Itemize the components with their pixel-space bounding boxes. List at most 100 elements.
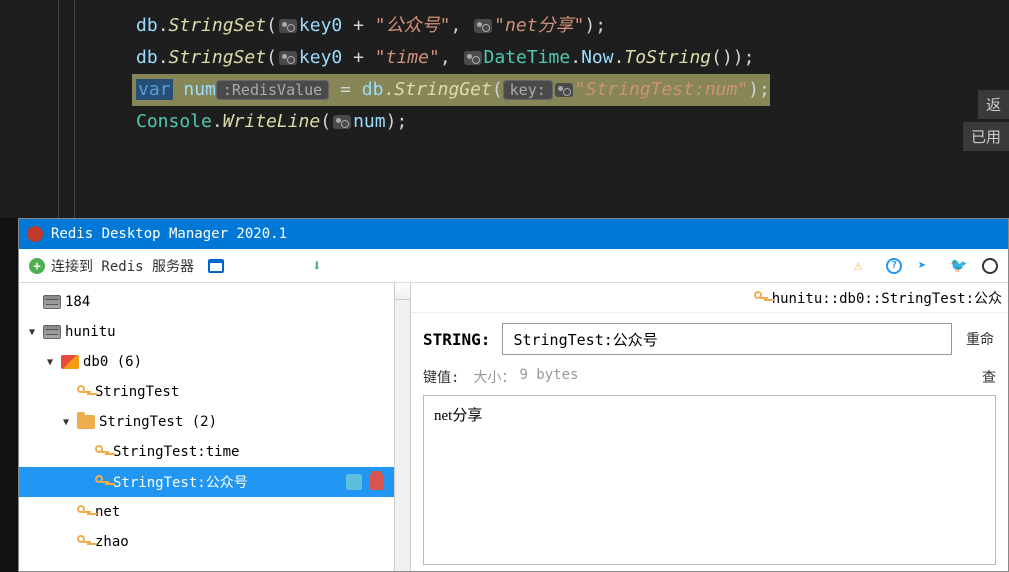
inline-hint: :RedisValue [216, 80, 329, 100]
inline-hint: key: [503, 80, 553, 100]
help-icon[interactable]: ? [886, 258, 902, 274]
tree-item[interactable]: StringTest:公众号 [19, 467, 410, 497]
tree-item[interactable]: net [19, 497, 410, 527]
toolbar-right: ⚠ ? ➤ 🐦 [854, 258, 998, 274]
code-token: ToString [624, 47, 711, 68]
db-icon [61, 355, 79, 369]
telegram-icon[interactable]: ➤ [918, 258, 934, 274]
view-button[interactable]: 查 [982, 367, 996, 387]
folder-icon [77, 415, 95, 429]
param-hint-icon [555, 83, 573, 97]
tree-item-label: 184 [65, 294, 90, 310]
app-icon [27, 226, 43, 242]
code-token: ); [584, 15, 606, 36]
tree-item[interactable]: ▼ db0 (6) [19, 347, 410, 377]
key-icon [77, 385, 91, 399]
param-hint-icon [333, 115, 351, 129]
code-token: = [329, 79, 362, 100]
code-token: num [353, 111, 386, 132]
code-token: ( [492, 79, 503, 100]
size-value: 9 bytes [519, 367, 578, 387]
calendar-icon[interactable] [208, 259, 224, 273]
code-token: "公众号" [375, 15, 451, 36]
connect-label: 连接到 Redis 服务器 [51, 256, 194, 276]
tree-item[interactable]: 184 [19, 287, 410, 317]
value-box[interactable]: net分享 [423, 395, 996, 565]
window-titlebar[interactable]: Redis Desktop Manager 2020.1 [19, 219, 1008, 249]
tree-item[interactable]: ▼hunitu [19, 317, 410, 347]
param-hint-icon [464, 51, 482, 65]
code-token: . [383, 79, 394, 100]
code-token: ()); [711, 47, 754, 68]
tree-item-label: StringTest:公众号 [113, 472, 248, 492]
editor-side-button-2[interactable]: 已用 [963, 122, 1009, 151]
path-text: hunitu::db0::StringTest:公众 [772, 288, 1002, 308]
code-token: . [614, 47, 625, 68]
code-token: . [212, 111, 223, 132]
code-token: . [570, 47, 581, 68]
code-token: . [158, 15, 169, 36]
code-token: . [158, 47, 169, 68]
connect-server-button[interactable]: + 连接到 Redis 服务器 [29, 256, 194, 276]
redis-desktop-manager-window: Redis Desktop Manager 2020.1 + 连接到 Redis… [18, 218, 1009, 572]
size-label: 大小： [473, 367, 515, 387]
path-row: hunitu::db0::StringTest:公众 [411, 283, 1008, 313]
value-panel: hunitu::db0::StringTest:公众 STRING: 重命 键值… [411, 283, 1008, 571]
warning-icon[interactable]: ⚠ [854, 258, 870, 274]
code-token: "time" [375, 47, 440, 68]
tree-item[interactable]: StringTest:time [19, 437, 410, 467]
key-icon [95, 475, 109, 489]
tree-item-label: zhao [95, 534, 129, 550]
twitter-icon[interactable]: 🐦 [950, 258, 966, 274]
code-editor[interactable]: db.StringSet(key0 + "公众号", "net分享");db.S… [0, 0, 1009, 218]
tree-item-label: StringTest (2) [99, 414, 217, 430]
code-token: DateTime [484, 47, 571, 68]
expand-arrow-icon[interactable]: ▼ [63, 417, 73, 428]
srv-icon [43, 295, 61, 309]
code-token: db [362, 79, 384, 100]
tree-item[interactable]: StringTest [19, 377, 410, 407]
body-area: 184▼hunitu▼db0 (6)StringTest▼StringTest … [19, 283, 1008, 571]
key-icon [77, 505, 91, 519]
copy-icon[interactable] [346, 474, 362, 490]
code-token: db [136, 15, 158, 36]
code-token: db [136, 47, 158, 68]
tree-item-label: StringTest [95, 384, 179, 400]
window-title: Redis Desktop Manager 2020.1 [51, 226, 287, 242]
tree-item[interactable]: ▼ StringTest (2) [19, 407, 410, 437]
tree-item-label: db0 (6) [83, 354, 142, 370]
code-token: StringGet [394, 79, 492, 100]
code-token: var [136, 79, 173, 100]
download-icon[interactable]: ⬇ [312, 256, 322, 275]
code-token: Console [136, 111, 212, 132]
code-token: , [450, 15, 472, 36]
tree-scrollbar[interactable] [394, 283, 410, 571]
delete-icon[interactable] [370, 474, 384, 490]
code-token: ( [266, 15, 277, 36]
type-row: STRING: 重命 [411, 313, 1008, 365]
key-icon [77, 535, 91, 549]
key-tree[interactable]: 184▼hunitu▼db0 (6)StringTest▼StringTest … [19, 283, 411, 571]
key-name-input[interactable] [502, 323, 952, 355]
code-token [173, 79, 184, 100]
tree-item[interactable]: zhao [19, 527, 410, 557]
code-token: "net分享" [494, 15, 584, 36]
code-token: ); [386, 111, 408, 132]
code-token: Now [581, 47, 614, 68]
github-icon[interactable] [982, 258, 998, 274]
toolbar: + 连接到 Redis 服务器 ⬇ ⚠ ? ➤ 🐦 [19, 249, 1008, 283]
code-token: + [342, 47, 375, 68]
code-token: StringSet [169, 15, 267, 36]
info-row: 键值: 大小： 9 bytes 查 [411, 365, 1008, 389]
tree-item-label: net [95, 504, 120, 520]
param-hint-icon [474, 19, 492, 33]
rename-button[interactable]: 重命 [964, 325, 996, 353]
expand-arrow-icon[interactable]: ▼ [47, 357, 57, 368]
tree-item-label: StringTest:time [113, 444, 239, 460]
type-label: STRING: [423, 330, 490, 349]
expand-arrow-icon[interactable]: ▼ [29, 327, 39, 338]
value-label: 键值: [423, 367, 459, 387]
editor-side-button-1[interactable]: 返 [978, 90, 1009, 119]
param-hint-icon [279, 19, 297, 33]
code-token: key0 [299, 47, 342, 68]
